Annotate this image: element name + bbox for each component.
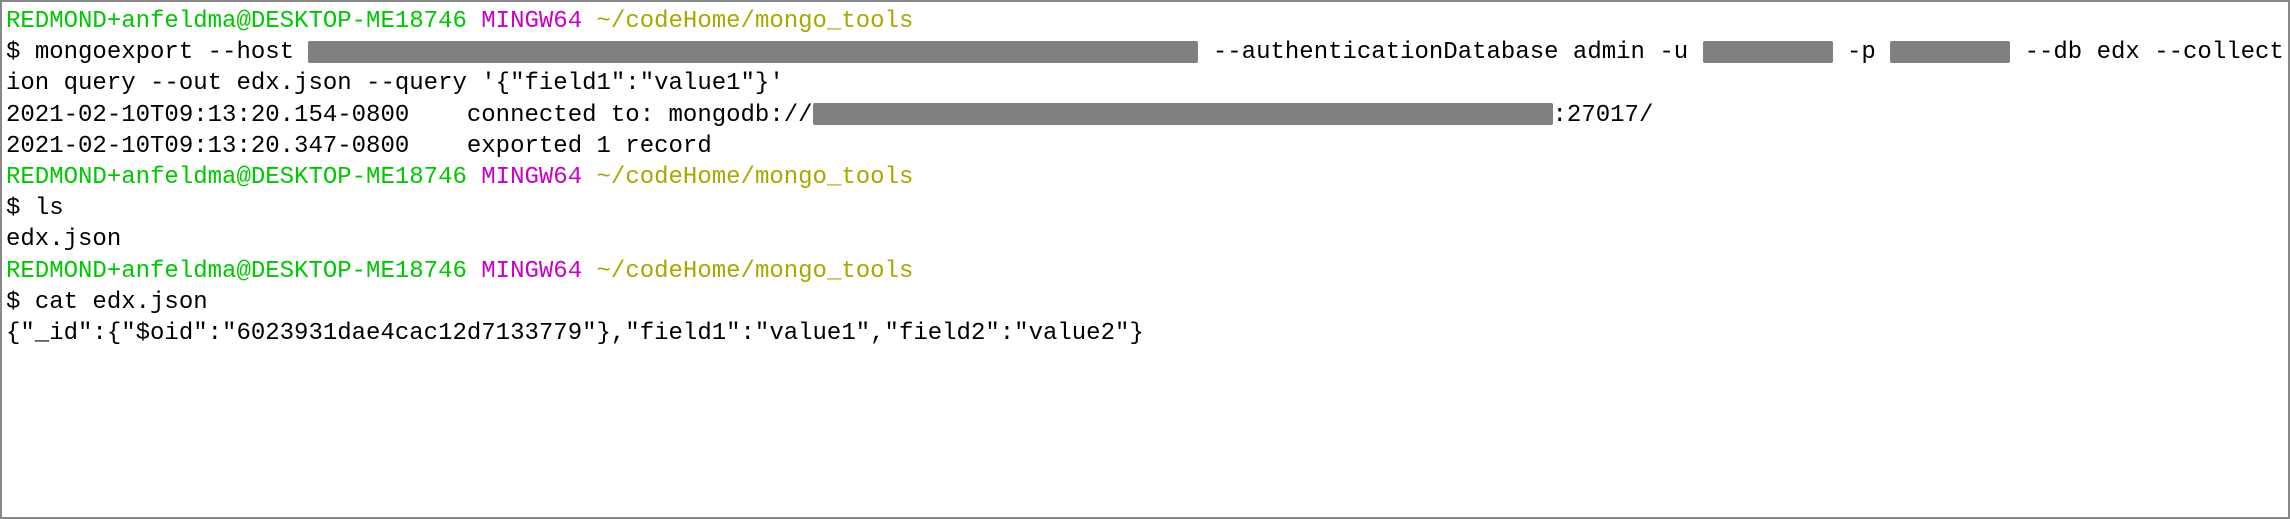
prompt-user: REDMOND+anfeldma@DESKTOP-ME18746 [6,8,467,35]
prompt-env: MINGW64 [481,8,582,35]
output-text: edx.json [6,226,121,253]
prompt-user: REDMOND+anfeldma@DESKTOP-ME18746 [6,258,467,285]
command-text: -p [1847,39,1890,66]
output-line: 2021-02-10T09:13:20.154-0800 connected t… [6,100,2284,131]
redacted-password [1890,41,2010,63]
prompt-dollar: $ [6,289,35,316]
timestamp: 2021-02-10T09:13:20.347-0800 [6,133,409,160]
command-text: ls [35,195,64,222]
command-text: mongoexport --host [35,39,309,66]
redacted-user [1703,41,1833,63]
output-text: exported 1 record [467,133,712,160]
prompt-line: REDMOND+anfeldma@DESKTOP-ME18746 MINGW64… [6,162,2284,193]
prompt-path: ~/codeHome/mongo_tools [597,8,914,35]
output-text: {"_id":{"$oid":"6023931dae4cac12d7133779… [6,320,1144,347]
prompt-path: ~/codeHome/mongo_tools [597,164,914,191]
prompt-env: MINGW64 [481,164,582,191]
prompt-line: REDMOND+anfeldma@DESKTOP-ME18746 MINGW64… [6,6,2284,37]
output-line: {"_id":{"$oid":"6023931dae4cac12d7133779… [6,318,2284,349]
timestamp: 2021-02-10T09:13:20.154-0800 [6,102,409,129]
prompt-dollar: $ [6,195,35,222]
command-line: $ mongoexport --host --authenticationDat… [6,37,2284,99]
command-text: --authenticationDatabase admin -u [1198,39,1702,66]
prompt-env: MINGW64 [481,258,582,285]
output-line: 2021-02-10T09:13:20.347-0800 exported 1 … [6,131,2284,162]
output-line: edx.json [6,224,2284,255]
prompt-dollar: $ [6,39,35,66]
redacted-connection [813,103,1553,125]
command-line: $ ls [6,193,2284,224]
command-line: $ cat edx.json [6,287,2284,318]
redacted-host [308,41,1198,63]
output-text: :27017/ [1553,102,1654,129]
terminal-window[interactable]: REDMOND+anfeldma@DESKTOP-ME18746 MINGW64… [6,6,2284,349]
prompt-user: REDMOND+anfeldma@DESKTOP-ME18746 [6,164,467,191]
prompt-path: ~/codeHome/mongo_tools [597,258,914,285]
prompt-line: REDMOND+anfeldma@DESKTOP-ME18746 MINGW64… [6,256,2284,287]
output-text: connected to: mongodb:// [467,102,813,129]
command-text: cat edx.json [35,289,208,316]
